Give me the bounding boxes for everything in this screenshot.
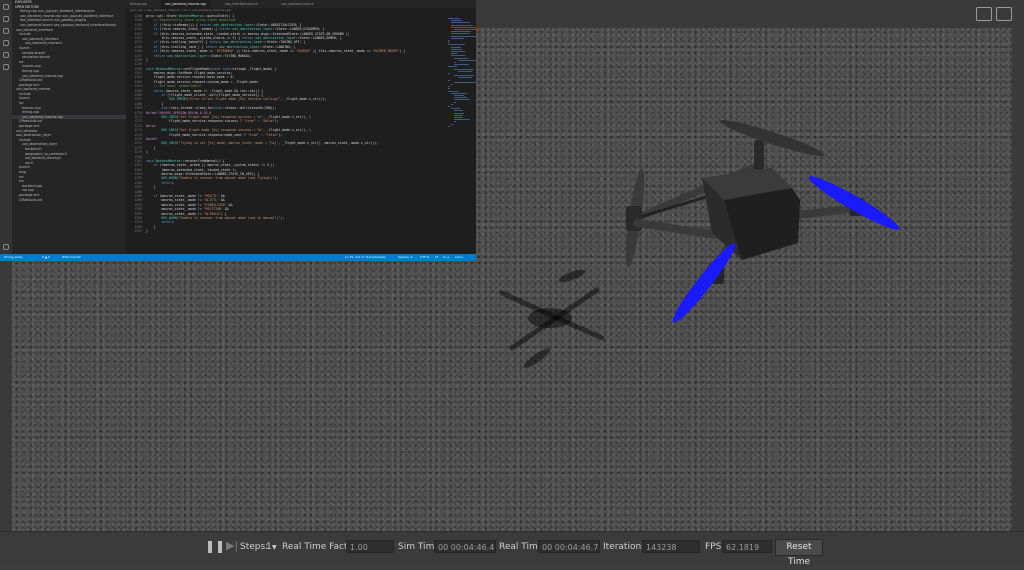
screenshot-icon[interactable]	[976, 7, 992, 21]
gazebo-bottom-toolbar: ❚❚ ▶| Steps: 1 ▼ Real Time Factor: 1.00 …	[0, 531, 1024, 567]
open-editors-list: OPEN EDITORS timing.cpp uuv_cpp/uav_backe…	[12, 5, 126, 28]
open-editor-item[interactable]: uav_backend.launch uav_cpp/uav_backend_i…	[12, 23, 126, 28]
vscode-window: EXPLORER OPEN EDITORS timing.cpp uuv_cpp/…	[0, 0, 476, 261]
editor-area: timing.cpp uav_backend_mavros.cpp lwa_inte…	[126, 0, 476, 254]
editor-tab[interactable]: lwa_interface.launch	[221, 0, 262, 8]
status-bar: timing_tests 0 ▲ 0 ROS melodic Ln 15, Co…	[0, 254, 476, 261]
editor-tab[interactable]: uav_backend.launch	[277, 0, 318, 8]
eol-status[interactable]: LF	[435, 254, 438, 261]
rtf-field: 1.00	[346, 540, 394, 553]
explorer-sidebar: EXPLORER OPEN EDITORS timing.cpp uuv_cpp/…	[12, 0, 126, 254]
ros-status[interactable]: ROS melodic	[62, 254, 81, 261]
steps-value[interactable]: 1	[266, 542, 272, 552]
encoding-status[interactable]: UTF-8	[420, 254, 429, 261]
step-icon[interactable]: ▶|	[226, 539, 238, 552]
record-video-icon[interactable]	[996, 7, 1012, 21]
front-left-propeller	[672, 243, 736, 323]
platform-status[interactable]: Linux	[455, 254, 463, 261]
quadcopter-model	[625, 120, 900, 323]
pause-icon[interactable]: ❚❚	[205, 539, 225, 553]
iterations-field: 143238	[642, 540, 700, 553]
steps-label: Steps:	[240, 542, 269, 552]
indent-status[interactable]: Spaces: 4	[398, 254, 413, 261]
problems-status[interactable]: 0 ▲ 0	[42, 254, 50, 261]
drone-shadow	[499, 269, 605, 368]
extensions-icon[interactable]	[3, 52, 9, 58]
activity-bar	[0, 0, 12, 254]
tree-item[interactable]: CMakeLists.txt	[12, 198, 126, 203]
file-tree: uav_backend_interface include uav_backend_…	[12, 28, 126, 203]
files-icon[interactable]	[3, 4, 9, 10]
editor-tabs: timing.cpp uav_backend_mavros.cpp lwa_inte…	[126, 0, 476, 8]
code-view[interactable]: 1248 grvc::ual::State BackendMavros::gues…	[126, 14, 446, 254]
rear-propeller	[719, 120, 825, 156]
front-right-propeller	[808, 176, 900, 230]
sim-time-field: 00 00:04:46.476	[434, 540, 496, 553]
editor-tab[interactable]: timing.cpp	[126, 0, 151, 8]
settings-gear-icon[interactable]	[3, 244, 9, 250]
minimap[interactable]	[448, 14, 476, 254]
search-icon[interactable]	[3, 16, 9, 22]
ros-icon[interactable]	[3, 64, 9, 70]
reset-time-button[interactable]: Reset Time	[775, 539, 823, 567]
source-control-icon[interactable]	[3, 28, 9, 34]
right-panel-handle[interactable]	[1012, 28, 1024, 531]
debug-icon[interactable]	[3, 40, 9, 46]
steps-dropdown-icon[interactable]: ▼	[272, 544, 277, 551]
code-line[interactable]: 1297}	[126, 229, 446, 233]
editor-tab[interactable]: uav_backend_mavros.cpp	[161, 0, 211, 8]
branch-status[interactable]: timing_tests	[4, 254, 22, 261]
cursor-position[interactable]: Ln 15, Col 17 (19 selected)	[345, 254, 386, 261]
real-time-field: 00 00:04:46.759	[538, 540, 600, 553]
fps-field: 62.1819	[722, 540, 772, 553]
breadcrumb[interactable]: grvc-ual > uav_backend_mavros > src > ua…	[130, 8, 231, 13]
language-status[interactable]: C++	[443, 254, 450, 261]
